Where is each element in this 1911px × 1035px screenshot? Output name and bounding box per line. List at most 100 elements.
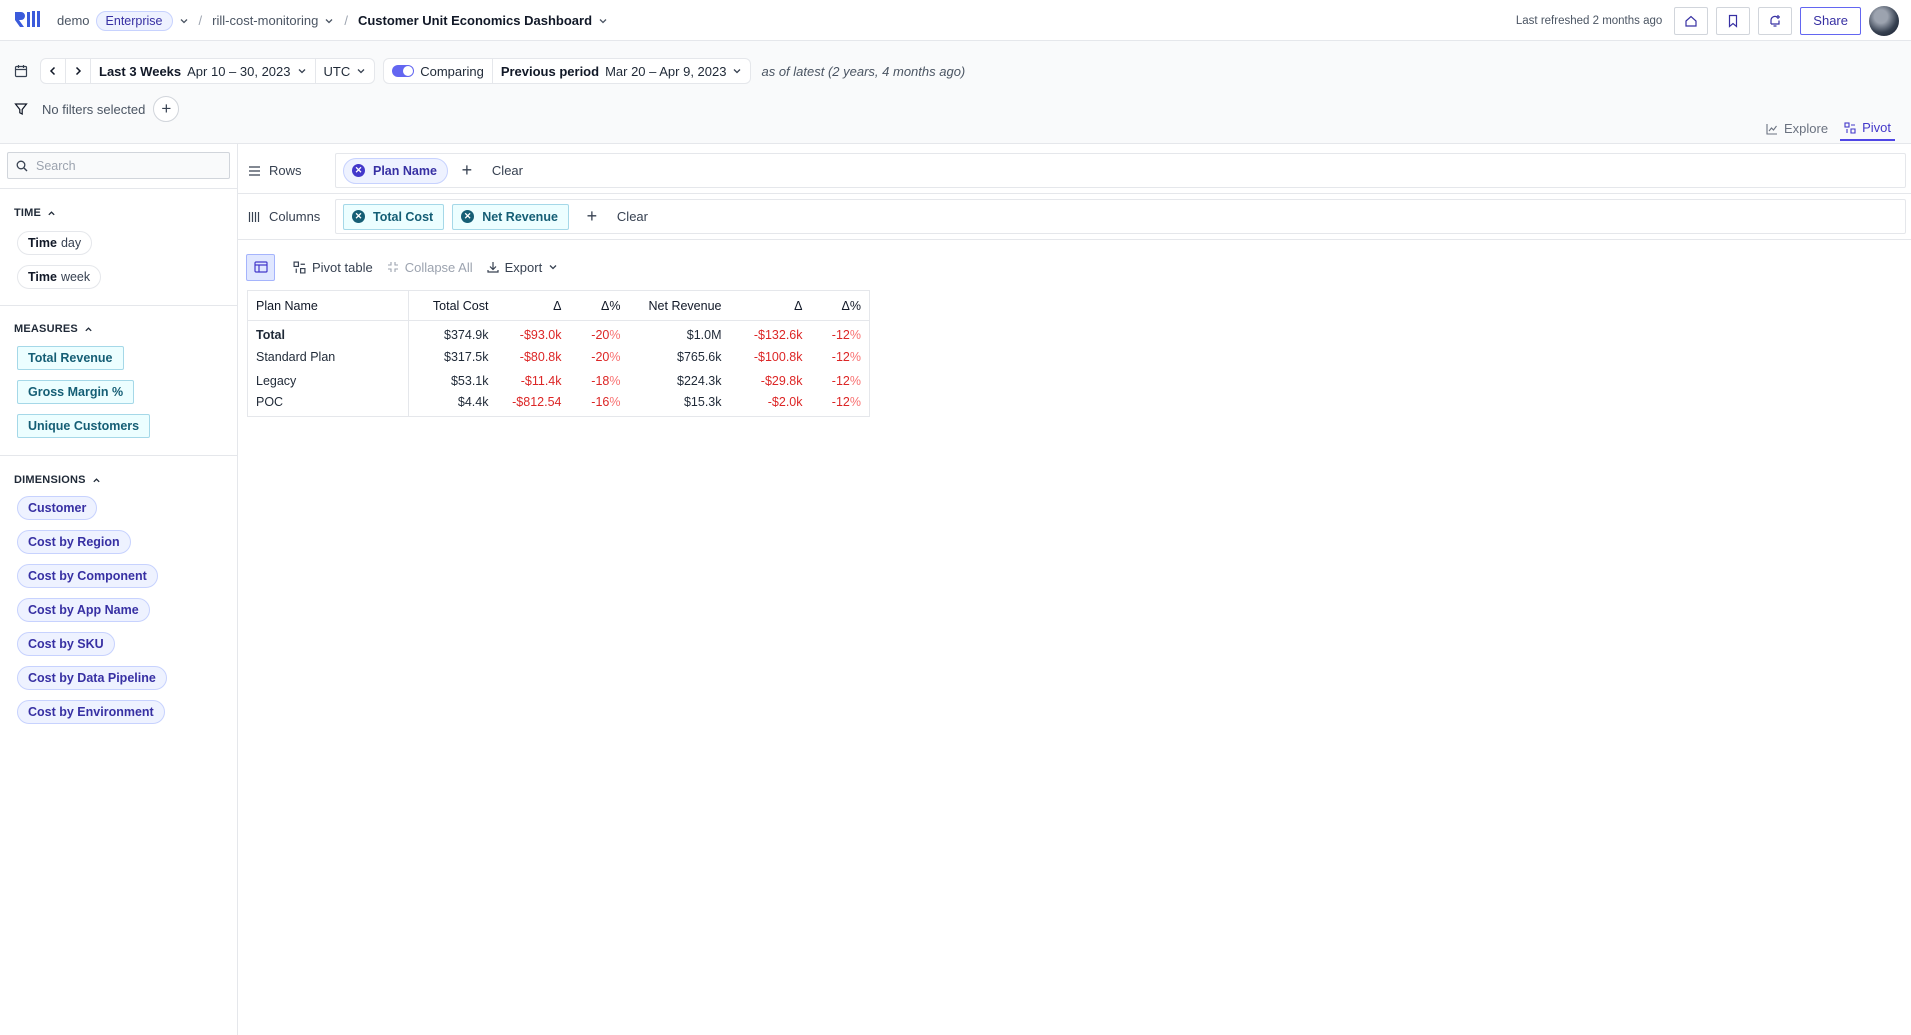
column-header-total-cost[interactable]: Total Cost	[408, 290, 497, 321]
tab-pivot-label: Pivot	[1862, 120, 1891, 135]
cell-cost-delta-pct: -20%	[570, 345, 629, 369]
pct-value: -12	[831, 349, 850, 364]
filter-icon	[14, 103, 28, 115]
add-column-button[interactable]: +	[581, 206, 603, 227]
dimension-chip-component[interactable]: Cost by Component	[17, 564, 158, 588]
time-section-title[interactable]: TIME	[14, 207, 56, 219]
dimension-chip-environment[interactable]: Cost by Environment	[17, 700, 165, 724]
chevron-down-icon[interactable]	[179, 16, 189, 26]
cell-cost-delta: -$93.0k	[519, 327, 562, 342]
pct-value: -12	[831, 373, 850, 388]
table-row[interactable]: Total $374.9k -$93.0k -20% $1.0M -$132.6…	[247, 320, 870, 345]
timezone-label: UTC	[323, 63, 351, 79]
pivot-icon	[1844, 121, 1856, 134]
table-row[interactable]: Legacy $53.1k -$11.4k -18% $224.3k -$29.…	[247, 368, 870, 393]
calendar-icon[interactable]	[14, 64, 28, 78]
comparing-switch[interactable]	[392, 65, 415, 77]
remove-pill-icon[interactable]: ✕	[352, 164, 365, 177]
cell-cost-delta-pct: -18%	[570, 369, 629, 393]
chevron-down-icon	[549, 265, 557, 270]
rill-logo[interactable]	[14, 10, 42, 28]
time-range-selector[interactable]: Last 3 Weeks Apr 10 – 30, 2023	[91, 58, 316, 84]
column-header-revenue-delta[interactable]: Δ	[729, 290, 811, 321]
measure-chip-total-revenue[interactable]: Total Revenue	[17, 346, 124, 370]
avatar[interactable]	[1869, 5, 1899, 36]
measures-section: MEASURES Total Revenue Gross Margin % Un…	[0, 305, 238, 455]
column-header-revenue-delta-pct[interactable]: Δ%	[810, 290, 870, 321]
dimensions-section-title[interactable]: DIMENSIONS	[14, 474, 101, 486]
breadcrumb-project[interactable]: rill-cost-monitoring	[212, 13, 318, 28]
download-icon	[487, 262, 499, 273]
chevron-down-icon[interactable]	[598, 16, 608, 26]
cell-revenue-delta-pct: -12%	[811, 345, 870, 369]
alert-button[interactable]	[1758, 6, 1793, 35]
collapse-all-button[interactable]: Collapse All	[387, 260, 473, 275]
bookmark-button[interactable]	[1716, 6, 1751, 35]
remove-pill-icon[interactable]: ✕	[352, 210, 365, 223]
tab-explore[interactable]: Explore	[1762, 120, 1832, 141]
pct-sign: %	[849, 395, 861, 410]
pct-sign: %	[849, 373, 861, 388]
dimension-chip-sku[interactable]: Cost by SKU	[17, 632, 115, 656]
chevron-left-icon	[49, 66, 56, 76]
breadcrumb-org[interactable]: demo	[57, 13, 90, 28]
rows-dropzone[interactable]: ✕ Plan Name + Clear	[335, 153, 1906, 188]
bell-plus-icon	[1770, 14, 1781, 27]
cell-total-cost: $4.4k	[457, 395, 489, 410]
search-input[interactable]: Search	[7, 152, 230, 179]
next-period-button[interactable]	[66, 58, 91, 84]
table-row[interactable]: POC $4.4k -$812.54 -16% $15.3k -$2.0k -1…	[247, 392, 870, 417]
clear-rows-button[interactable]: Clear	[492, 163, 523, 178]
pivot-table: Plan Name Total Cost Δ Δ% Net Revenue Δ …	[247, 290, 870, 417]
pct-sign: %	[609, 373, 621, 388]
dimension-chip-data-pipeline[interactable]: Cost by Data Pipeline	[17, 666, 167, 690]
time-chip-week[interactable]: Time week	[17, 265, 102, 289]
chevron-down-icon[interactable]	[324, 16, 334, 26]
pct-value: -16	[591, 395, 610, 410]
previous-period-button[interactable]	[40, 58, 66, 84]
as-of-note: as of latest (2 years, 4 months ago)	[761, 63, 966, 79]
line-chart-icon	[1766, 123, 1778, 135]
share-button[interactable]: Share	[1800, 6, 1861, 35]
comparison-toggle[interactable]: Comparing	[383, 58, 493, 84]
home-bookmark-button[interactable]	[1674, 6, 1709, 35]
pct-value: -18	[591, 373, 610, 388]
column-header-cost-delta-pct[interactable]: Δ%	[569, 290, 629, 321]
column-pill-total-cost[interactable]: ✕ Total Cost	[343, 203, 445, 230]
column-pill-label: Net Revenue	[482, 209, 558, 224]
measures-section-title[interactable]: MEASURES	[14, 323, 93, 335]
measure-chip-unique-customers[interactable]: Unique Customers	[17, 414, 151, 438]
time-range-label: Last 3 Weeks	[99, 63, 182, 79]
column-pill-net-revenue[interactable]: ✕ Net Revenue	[452, 203, 569, 230]
toggle-panel-button[interactable]	[246, 253, 275, 281]
table-row[interactable]: Standard Plan $317.5k -$80.8k -20% $765.…	[247, 344, 870, 369]
dimension-chip-region[interactable]: Cost by Region	[17, 530, 131, 554]
cell-total-cost: $317.5k	[444, 349, 489, 364]
columns-shelf: Columns ✕ Total Cost ✕ Net Revenue + Cle…	[238, 194, 1911, 240]
cell-net-revenue: $224.3k	[677, 373, 722, 388]
remove-pill-icon[interactable]: ✕	[461, 210, 475, 223]
cell-cost-delta-pct: -16%	[570, 393, 629, 417]
timezone-selector[interactable]: UTC	[315, 58, 376, 84]
measure-chip-gross-margin[interactable]: Gross Margin %	[17, 380, 135, 404]
breadcrumb-dashboard[interactable]: Customer Unit Economics Dashboard	[358, 13, 592, 28]
column-header-plan-name[interactable]: Plan Name	[247, 290, 409, 321]
comparison-period-selector[interactable]: Previous period Mar 20 – Apr 9, 2023	[492, 58, 752, 84]
add-filter-button[interactable]: +	[153, 96, 180, 122]
column-header-cost-delta[interactable]: Δ	[496, 290, 570, 321]
export-button[interactable]: Export	[487, 260, 559, 275]
clear-columns-button[interactable]: Clear	[617, 209, 648, 224]
pct-value: -20	[591, 327, 610, 342]
pct-sign: %	[849, 327, 861, 342]
add-row-button[interactable]: +	[456, 160, 478, 181]
dimension-chip-app-name[interactable]: Cost by App Name	[17, 598, 150, 622]
column-header-net-revenue[interactable]: Net Revenue	[628, 290, 730, 321]
dimension-chip-customer[interactable]: Customer	[17, 496, 98, 520]
time-chip-day[interactable]: Time day	[17, 231, 93, 255]
row-pill-plan-name[interactable]: ✕ Plan Name	[343, 157, 448, 184]
pivot-table-button[interactable]: Pivot table	[293, 260, 373, 275]
comparing-label: Comparing	[420, 63, 484, 79]
pivot-icon	[293, 260, 306, 274]
tab-pivot[interactable]: Pivot	[1840, 120, 1895, 141]
columns-dropzone[interactable]: ✕ Total Cost ✕ Net Revenue + Clear	[335, 199, 1906, 234]
